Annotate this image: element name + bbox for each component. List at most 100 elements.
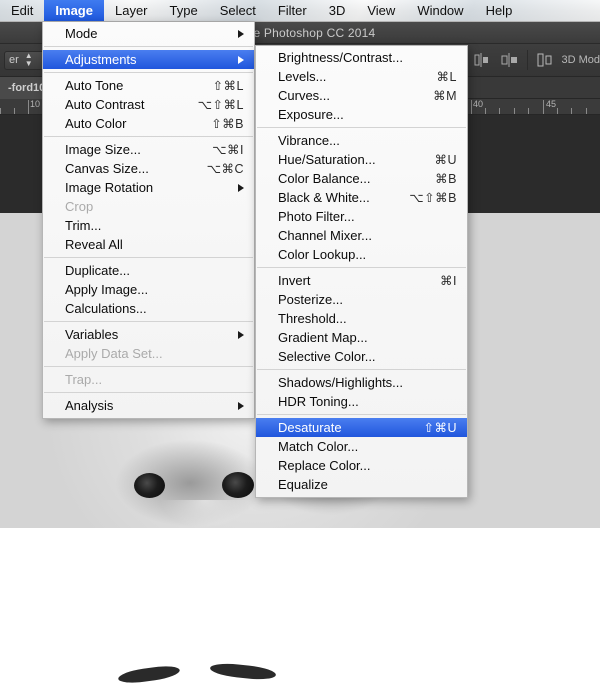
options-divider-2 bbox=[527, 50, 528, 70]
menu-item-reveal-all[interactable]: Reveal All bbox=[43, 235, 254, 254]
menu-item-invert[interactable]: Invert⌘I bbox=[256, 271, 467, 290]
submenu-arrow-icon bbox=[238, 30, 244, 38]
menubar-item-window[interactable]: Window bbox=[406, 0, 474, 21]
menu-item-label: Match Color... bbox=[278, 439, 457, 454]
menu-item-label: Mode bbox=[65, 26, 226, 41]
mode-3d-label: 3D Mod bbox=[561, 54, 600, 66]
menubar-item-label: Help bbox=[486, 3, 513, 18]
menu-separator bbox=[44, 366, 253, 367]
menu-item-label: Color Balance... bbox=[278, 171, 421, 186]
menu-item-trap: Trap... bbox=[43, 370, 254, 389]
menu-item-posterize[interactable]: Posterize... bbox=[256, 290, 467, 309]
menu-item-hue-saturation[interactable]: Hue/Saturation...⌘U bbox=[256, 150, 467, 169]
menu-item-threshold[interactable]: Threshold... bbox=[256, 309, 467, 328]
ruler-label-10: 10 bbox=[28, 99, 40, 110]
menu-item-label: HDR Toning... bbox=[278, 394, 457, 409]
menu-item-desaturate[interactable]: Desaturate⇧⌘U bbox=[256, 418, 467, 437]
menubar-item-edit[interactable]: Edit bbox=[0, 0, 44, 21]
menubar-item-label: 3D bbox=[329, 3, 346, 18]
photo-eye-left bbox=[134, 473, 165, 498]
menu-item-label: Levels... bbox=[278, 69, 423, 84]
menu-item-label: Calculations... bbox=[65, 301, 244, 316]
menu-item-brightness-contrast[interactable]: Brightness/Contrast... bbox=[256, 48, 467, 67]
menubar-item-label: View bbox=[367, 3, 395, 18]
menu-item-label: Auto Color bbox=[65, 116, 197, 131]
menu-item-black-white[interactable]: Black & White...⌥⇧⌘B bbox=[256, 188, 467, 207]
menubar-item-help[interactable]: Help bbox=[475, 0, 524, 21]
menu-item-adjustments[interactable]: Adjustments bbox=[43, 50, 254, 69]
align-vertical-center-icon[interactable] bbox=[472, 52, 492, 68]
menu-item-shortcut: ⇧⌘L bbox=[213, 78, 244, 93]
menu-item-duplicate[interactable]: Duplicate... bbox=[43, 261, 254, 280]
photo-eyebrow-right bbox=[210, 662, 277, 682]
menu-item-label: Hue/Saturation... bbox=[278, 152, 420, 167]
menu-item-image-rotation[interactable]: Image Rotation bbox=[43, 178, 254, 197]
menu-item-apply-image[interactable]: Apply Image... bbox=[43, 280, 254, 299]
menu-item-match-color[interactable]: Match Color... bbox=[256, 437, 467, 456]
adjustments-submenu-dropdown: Brightness/Contrast... Levels...⌘LCurves.… bbox=[255, 45, 468, 498]
menubar-item-view[interactable]: View bbox=[356, 0, 406, 21]
menu-separator bbox=[257, 127, 466, 128]
menu-item-canvas-size[interactable]: Canvas Size...⌥⌘C bbox=[43, 159, 254, 178]
distribute-icon[interactable] bbox=[535, 52, 555, 68]
menu-item-label: Shadows/Highlights... bbox=[278, 375, 457, 390]
menu-item-selective-color[interactable]: Selective Color... bbox=[256, 347, 467, 366]
photo-highlight bbox=[160, 500, 250, 528]
menu-item-label: Auto Tone bbox=[65, 78, 199, 93]
menu-item-equalize[interactable]: Equalize bbox=[256, 475, 467, 494]
menu-item-levels[interactable]: Levels...⌘L bbox=[256, 67, 467, 86]
menu-item-replace-color[interactable]: Replace Color... bbox=[256, 456, 467, 475]
menu-item-hdr-toning[interactable]: HDR Toning... bbox=[256, 392, 467, 411]
image-menu-dropdown: Mode Adjustments Auto Tone ⇧⌘L Auto Contrast… bbox=[42, 22, 255, 419]
menu-item-shortcut: ⌥⇧⌘B bbox=[409, 190, 457, 205]
menu-item-auto-color[interactable]: Auto Color⇧⌘B bbox=[43, 114, 254, 133]
menubar-item-label: Type bbox=[170, 3, 198, 18]
menu-item-variables[interactable]: Variables bbox=[43, 325, 254, 344]
menu-separator bbox=[44, 321, 253, 322]
menu-item-trim[interactable]: Trim... bbox=[43, 216, 254, 235]
menu-item-auto-contrast[interactable]: Auto Contrast⌥⇧⌘L bbox=[43, 95, 254, 114]
menu-separator bbox=[44, 46, 253, 47]
menu-item-exposure[interactable]: Exposure... bbox=[256, 105, 467, 124]
menu-item-gradient-map[interactable]: Gradient Map... bbox=[256, 328, 467, 347]
menu-item-label: Selective Color... bbox=[278, 349, 457, 364]
menu-item-image-size[interactable]: Image Size...⌥⌘I bbox=[43, 140, 254, 159]
menu-item-mode[interactable]: Mode bbox=[43, 24, 254, 43]
menu-item-auto-tone[interactable]: Auto Tone ⇧⌘L bbox=[43, 76, 254, 95]
menu-item-crop: Crop bbox=[43, 197, 254, 216]
menubar-item-type[interactable]: Type bbox=[159, 0, 209, 21]
chevron-updown-icon: ▲▼ bbox=[25, 52, 33, 68]
menubar-item-label: Window bbox=[417, 3, 463, 18]
menu-separator bbox=[257, 369, 466, 370]
menu-item-shortcut: ⌘B bbox=[435, 171, 457, 186]
menu-item-shadows-highlights[interactable]: Shadows/Highlights... bbox=[256, 373, 467, 392]
menubar-item-3d[interactable]: 3D bbox=[318, 0, 357, 21]
menu-item-label: Brightness/Contrast... bbox=[278, 50, 457, 65]
menu-item-shortcut: ⇧⌘U bbox=[423, 420, 457, 435]
menubar-item-layer[interactable]: Layer bbox=[104, 0, 159, 21]
menu-item-label: Trim... bbox=[65, 218, 244, 233]
menu-item-curves[interactable]: Curves...⌘M bbox=[256, 86, 467, 105]
menu-item-calculations[interactable]: Calculations... bbox=[43, 299, 254, 318]
menu-item-apply-data-set: Apply Data Set... bbox=[43, 344, 254, 363]
menu-item-color-lookup[interactable]: Color Lookup... bbox=[256, 245, 467, 264]
menubar-item-filter[interactable]: Filter bbox=[267, 0, 318, 21]
menu-item-analysis[interactable]: Analysis bbox=[43, 396, 254, 415]
align-horizontal-center-icon[interactable] bbox=[500, 52, 520, 68]
menu-item-label: Threshold... bbox=[278, 311, 457, 326]
menu-item-channel-mixer[interactable]: Channel Mixer... bbox=[256, 226, 467, 245]
menu-separator bbox=[44, 392, 253, 393]
menu-item-photo-filter[interactable]: Photo Filter... bbox=[256, 207, 467, 226]
menu-item-label: Image Size... bbox=[65, 142, 198, 157]
menu-item-vibrance[interactable]: Vibrance... bbox=[256, 131, 467, 150]
menu-item-label: Gradient Map... bbox=[278, 330, 457, 345]
menubar-item-image[interactable]: Image bbox=[44, 0, 104, 21]
menu-item-label: Analysis bbox=[65, 398, 226, 413]
menu-item-label: Auto Contrast bbox=[65, 97, 184, 112]
menu-separator bbox=[44, 257, 253, 258]
menubar-item-select[interactable]: Select bbox=[209, 0, 267, 21]
ruler-label-45: 45 bbox=[544, 99, 556, 110]
menu-item-color-balance[interactable]: Color Balance... ⌘B bbox=[256, 169, 467, 188]
menu-item-label: Canvas Size... bbox=[65, 161, 193, 176]
menu-item-label: Reveal All bbox=[65, 237, 244, 252]
